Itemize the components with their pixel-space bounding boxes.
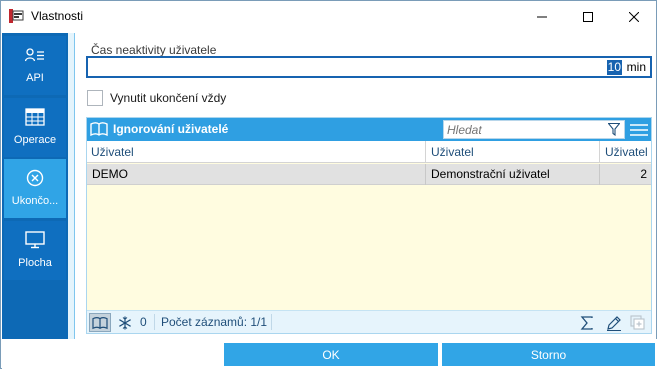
panel-footer: 0 Počet záznamů: 1/1: [87, 310, 651, 333]
cancel-button[interactable]: Storno: [442, 343, 655, 366]
inactivity-unit: min: [626, 60, 646, 74]
panel-menu-button[interactable]: [628, 120, 650, 139]
cell-user-name: Demonstrační uživatel: [431, 167, 550, 181]
snowflake-icon: [119, 316, 131, 329]
window-title: Vlastnosti: [31, 9, 84, 23]
cell-divider: [599, 164, 600, 185]
circle-x-icon: [26, 168, 44, 188]
app-logo-icon: [8, 8, 24, 24]
maximize-button[interactable]: [565, 1, 611, 32]
panel-title: Ignorování uživatelé: [113, 122, 229, 136]
filter-icon[interactable]: [607, 122, 621, 139]
search-box: [443, 120, 625, 139]
search-input[interactable]: [447, 122, 597, 137]
cell-user-number: 2: [640, 167, 647, 181]
sidebar-item-plocha[interactable]: Plocha: [4, 221, 66, 280]
column-header-name[interactable]: Uživatel: [427, 141, 599, 163]
table-grid-icon: [25, 107, 45, 127]
frozen-count: 0: [140, 315, 147, 329]
sidebar-item-label: API: [26, 72, 44, 84]
book-icon: [90, 121, 108, 140]
cell-user-code: DEMO: [92, 167, 128, 181]
maximize-icon: [583, 11, 593, 22]
column-header-code[interactable]: Uživatel: [87, 141, 425, 163]
monitor-icon: [25, 230, 45, 250]
sigma-icon: [580, 315, 593, 330]
add-record-button[interactable]: [628, 313, 648, 332]
user-list-icon: [25, 45, 45, 65]
close-icon: [629, 11, 639, 22]
sidebar-item-operace[interactable]: Operace: [4, 98, 66, 157]
title-bar: Vlastnosti: [1, 1, 656, 32]
cell-divider: [425, 164, 426, 185]
minimize-icon: [537, 16, 547, 17]
panel-header: Ignorování uživatelé: [87, 118, 651, 141]
sidebar-item-label: Ukončo...: [11, 195, 59, 207]
record-count: Počet záznamů: 1/1: [161, 315, 268, 329]
properties-window: Vlastnosti API Operace Ukončo... Plocha …: [0, 0, 657, 369]
column-header-number[interactable]: Uživatel: [601, 141, 651, 163]
ignored-users-panel: Ignorování uživatelé Hledat Uživatel Uži…: [86, 117, 652, 334]
column-divider[interactable]: [425, 141, 426, 163]
sidebar-item-label: Operace: [13, 134, 57, 146]
column-divider[interactable]: [599, 141, 600, 163]
inactivity-input[interactable]: 10 min: [86, 56, 652, 78]
ok-button[interactable]: OK: [224, 343, 438, 366]
grid-header: Uživatel Uživatel Uživatel: [87, 141, 651, 163]
inactivity-value: 10: [606, 60, 622, 75]
footer-divider: [154, 314, 155, 330]
sidebar-item-api[interactable]: API: [4, 36, 66, 95]
sum-button[interactable]: [577, 313, 597, 332]
snowflake-button[interactable]: [116, 313, 134, 332]
pencil-icon: [607, 315, 621, 331]
content-area: Čas neaktivity uživatele 10 min Vynutit …: [68, 33, 656, 339]
content-panel: Čas neaktivity uživatele 10 min Vynutit …: [74, 33, 656, 339]
table-row[interactable]: DEMO Demonstrační uživatel 2: [87, 164, 651, 185]
inactivity-label: Čas neaktivity uživatele: [91, 43, 217, 57]
force-end-checkbox[interactable]: [87, 90, 103, 106]
footer-divider: [271, 314, 272, 330]
book-view-button[interactable]: [89, 313, 111, 332]
hamburger-menu-icon: [630, 123, 648, 136]
edit-button[interactable]: [604, 313, 624, 332]
dialog-button-bar: OK Storno: [2, 339, 657, 369]
force-end-label: Vynutit ukončení vždy: [110, 91, 227, 105]
sidebar-item-label: Plocha: [18, 257, 52, 269]
book-icon: [92, 316, 108, 329]
minimize-button[interactable]: [519, 1, 565, 32]
sidebar: API Operace Ukončo... Plocha: [2, 33, 68, 339]
add-record-icon: [630, 314, 645, 330]
sidebar-item-ukonceni[interactable]: Ukončo...: [4, 159, 66, 218]
close-button[interactable]: [611, 1, 657, 32]
